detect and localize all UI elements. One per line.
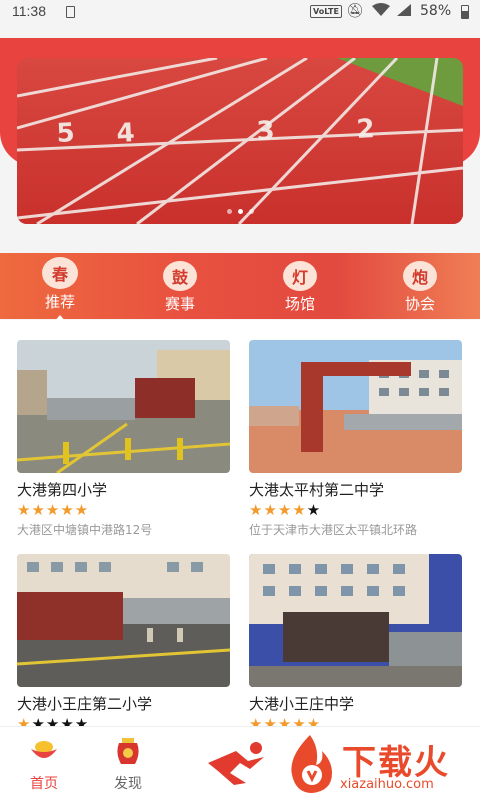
runner-logo-icon [208, 742, 264, 785]
wine-jar-icon [117, 738, 139, 764]
venue-name: 大港小王庄第二小学 [17, 695, 153, 713]
venue-list: 大港第四小学 ★★★★★ 大港区中塘镇中港路12号 大港太平村第二中学 ★★★★… [0, 320, 480, 726]
nav-home[interactable]: 首页 [14, 737, 74, 793]
carousel-dot-active[interactable] [237, 209, 243, 214]
carousel-dot[interactable] [248, 209, 254, 214]
venue-rating: ★★★★★ [17, 501, 90, 519]
tab-venues-label: 场馆 [284, 295, 315, 313]
drum-icon: 鼓 [163, 261, 197, 291]
venue-name: 大港太平村第二中学 [249, 481, 385, 499]
svg-text:5: 5 [56, 118, 76, 149]
flame-logo-icon [291, 735, 332, 793]
tab-events-label: 赛事 [164, 295, 195, 313]
venue-photo [17, 340, 230, 473]
venue-photo [17, 554, 230, 687]
nav-home-label: 首页 [30, 776, 58, 792]
lantern-icon: 灯 [283, 261, 317, 291]
tab-recommend-label: 推荐 [44, 293, 75, 311]
venue-card[interactable]: 大港小王庄第二小学 ★★★★★ [17, 554, 230, 726]
venue-card[interactable]: 大港小王庄中学 ★★★★★ [249, 554, 462, 726]
carousel-indicator [17, 199, 463, 218]
venue-card[interactable]: 大港太平村第二中学 ★★★★★ 位于天津市大港区太平镇北环路 [249, 340, 462, 538]
bottom-navigation: 首页 发现 下载火 xiazaihuo.com [0, 726, 480, 800]
tab-events[interactable]: 鼓 赛事 [140, 261, 220, 314]
watermark: 下载火 xiazaihuo.com [282, 733, 478, 797]
svg-text:2: 2 [356, 114, 376, 145]
tab-venues[interactable]: 灯 场馆 [260, 261, 340, 314]
svg-text:4: 4 [116, 118, 136, 149]
category-tab-bar: 春 推荐 鼓 赛事 灯 场馆 炮 协会 [0, 253, 480, 322]
tab-recommend[interactable]: 春 推荐 [20, 257, 100, 322]
venue-rating: ★★★★★ [249, 715, 322, 726]
status-bar: 11:38 VoLTE 🔕︎ 58% [0, 0, 480, 24]
carousel-dot[interactable] [226, 209, 232, 214]
venue-card[interactable]: 大港第四小学 ★★★★★ 大港区中塘镇中港路12号 [17, 340, 230, 538]
venue-name: 大港第四小学 [17, 481, 108, 499]
venue-rating: ★★★★★ [249, 501, 322, 519]
volte-badge: VoLTE [310, 5, 342, 18]
venue-photo [249, 554, 462, 687]
mute-bell-icon: 🔕︎ [346, 3, 364, 19]
battery-icon [461, 5, 469, 19]
header-top-strip [0, 24, 480, 38]
status-time: 11:38 [12, 3, 46, 19]
tab-associations[interactable]: 炮 协会 [380, 261, 460, 314]
venue-name: 大港小王庄中学 [249, 695, 355, 713]
watermark-url: xiazaihuo.com [340, 777, 434, 792]
nav-discover-label: 发现 [114, 776, 142, 792]
spring-icon: 春 [42, 257, 78, 289]
firecracker-icon: 炮 [403, 261, 437, 291]
gold-ingot-icon [31, 741, 57, 758]
signal-icon [396, 3, 412, 21]
venue-photo [249, 340, 462, 473]
battery-percent: 58% [420, 3, 452, 19]
banner-carousel[interactable]: 5 4 3 2 [17, 58, 463, 224]
venue-address: 位于天津市大港区太平镇北环路 [249, 523, 418, 537]
nav-discover[interactable]: 发现 [98, 737, 158, 793]
tab-associations-label: 协会 [404, 295, 435, 313]
svg-text:3: 3 [256, 116, 276, 147]
wifi-icon [372, 3, 390, 21]
sim-card-icon [66, 6, 75, 18]
venue-address: 大港区中塘镇中港路12号 [17, 523, 153, 537]
venue-rating: ★★★★★ [17, 715, 90, 726]
